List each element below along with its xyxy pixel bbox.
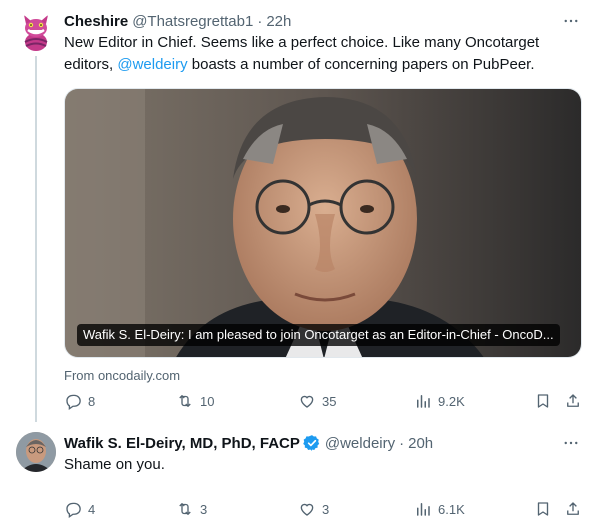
like-icon (300, 395, 314, 408)
verified-badge-icon (303, 434, 321, 452)
like-icon (300, 503, 314, 516)
more-button[interactable] (560, 10, 582, 32)
separator: · (257, 12, 263, 30)
author-name[interactable]: Cheshire (64, 13, 128, 30)
reply-button[interactable]: 8 (64, 392, 95, 410)
like-button[interactable]: 3 (298, 500, 329, 518)
share-button[interactable] (564, 392, 582, 410)
repost-icon (179, 395, 191, 407)
bookmark-icon (537, 502, 549, 516)
repost-button[interactable]: 3 (176, 500, 207, 518)
bookmark-button[interactable] (534, 392, 552, 410)
more-icon (564, 19, 578, 23)
share-button[interactable] (564, 500, 582, 518)
cheshire-cat-avatar-icon (16, 12, 56, 52)
repost-count: 3 (200, 501, 208, 517)
views-button[interactable]: 6.1K (414, 500, 465, 518)
reply-icon (66, 394, 81, 410)
author-handle[interactable]: @weldeiry (325, 435, 395, 452)
thread-line (35, 56, 37, 422)
separator: · (399, 434, 405, 452)
views-count: 6.1K (438, 501, 465, 517)
profile-photo-avatar-icon (16, 432, 56, 472)
timestamp[interactable]: 20h (408, 435, 433, 452)
views-button[interactable]: 9.2K (414, 392, 465, 410)
share-icon (567, 502, 579, 515)
tweet-actions: 4 3 3 6.1K (64, 498, 582, 519)
reply-count: 8 (88, 393, 96, 409)
tweet-actions: 8 10 35 9.2K (64, 390, 582, 412)
reply-button[interactable]: 4 (64, 500, 95, 518)
repost-button[interactable]: 10 (176, 392, 214, 410)
views-icon (417, 395, 430, 408)
tweet-text: Shame on you. (64, 456, 165, 473)
card-source[interactable]: From oncodaily.com (64, 368, 180, 383)
reply-count: 4 (88, 501, 96, 517)
mention-link[interactable]: @weldeiry (117, 56, 187, 73)
like-button[interactable]: 35 (298, 392, 336, 410)
timestamp[interactable]: 22h (266, 13, 291, 30)
card-title: Wafik S. El-Deiry: I am pleased to join … (77, 324, 560, 346)
avatar-weldeiry[interactable] (16, 432, 56, 472)
like-count: 35 (322, 393, 337, 409)
bookmark-icon (537, 394, 549, 408)
more-icon (564, 441, 578, 445)
author-handle[interactable]: @Thatsregrettab1 (132, 13, 253, 30)
views-count: 9.2K (438, 393, 465, 409)
reply-icon (66, 502, 81, 518)
more-button[interactable] (560, 432, 582, 454)
tweet-text: New Editor in Chief. Seems like a perfec… (64, 34, 540, 73)
like-count: 3 (322, 501, 330, 517)
card-photo (65, 89, 581, 357)
bookmark-button[interactable] (534, 500, 552, 518)
link-card[interactable]: Wafik S. El-Deiry: I am pleased to join … (64, 88, 582, 358)
avatar-cheshire[interactable] (16, 12, 56, 52)
repost-count: 10 (200, 393, 215, 409)
author-name[interactable]: Wafik S. El-Deiry, MD, PhD, FACP (64, 435, 300, 452)
views-icon (417, 503, 430, 516)
tweet-weldeiry[interactable]: Wafik S. El-Deiry, MD, PhD, FACP @weldei… (0, 422, 598, 519)
tweet-cheshire[interactable]: Cheshire @Thatsregrettab1 · 22h New Edit… (0, 0, 598, 422)
share-icon (567, 394, 579, 407)
repost-icon (179, 503, 191, 515)
